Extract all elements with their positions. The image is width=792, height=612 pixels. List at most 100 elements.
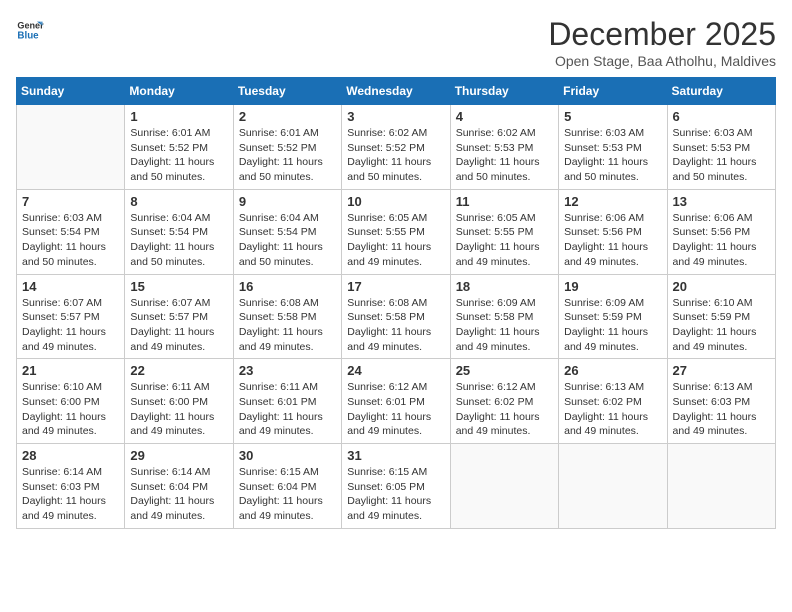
calendar-week-1: 1 Sunrise: 6:01 AM Sunset: 5:52 PM Daylig…	[17, 105, 776, 190]
day-info: Sunrise: 6:01 AM Sunset: 5:52 PM Dayligh…	[239, 126, 336, 185]
day-number: 22	[130, 363, 227, 378]
day-number: 5	[564, 109, 661, 124]
calendar-cell: 2 Sunrise: 6:01 AM Sunset: 5:52 PM Daylig…	[233, 105, 341, 190]
day-info: Sunrise: 6:03 AM Sunset: 5:53 PM Dayligh…	[673, 126, 770, 185]
day-info: Sunrise: 6:04 AM Sunset: 5:54 PM Dayligh…	[130, 211, 227, 270]
day-info: Sunrise: 6:14 AM Sunset: 6:04 PM Dayligh…	[130, 465, 227, 524]
col-header-thursday: Thursday	[450, 78, 558, 105]
day-number: 19	[564, 279, 661, 294]
day-info: Sunrise: 6:08 AM Sunset: 5:58 PM Dayligh…	[239, 296, 336, 355]
calendar-header-row: SundayMondayTuesdayWednesdayThursdayFrid…	[17, 78, 776, 105]
day-info: Sunrise: 6:06 AM Sunset: 5:56 PM Dayligh…	[673, 211, 770, 270]
col-header-friday: Friday	[559, 78, 667, 105]
day-info: Sunrise: 6:12 AM Sunset: 6:01 PM Dayligh…	[347, 380, 444, 439]
col-header-tuesday: Tuesday	[233, 78, 341, 105]
day-number: 15	[130, 279, 227, 294]
day-number: 31	[347, 448, 444, 463]
day-info: Sunrise: 6:15 AM Sunset: 6:05 PM Dayligh…	[347, 465, 444, 524]
col-header-monday: Monday	[125, 78, 233, 105]
day-number: 25	[456, 363, 553, 378]
day-info: Sunrise: 6:13 AM Sunset: 6:03 PM Dayligh…	[673, 380, 770, 439]
calendar-cell: 7 Sunrise: 6:03 AM Sunset: 5:54 PM Daylig…	[17, 189, 125, 274]
day-number: 21	[22, 363, 119, 378]
day-number: 2	[239, 109, 336, 124]
day-number: 1	[130, 109, 227, 124]
calendar-cell: 11 Sunrise: 6:05 AM Sunset: 5:55 PM Dayli…	[450, 189, 558, 274]
calendar-cell: 18 Sunrise: 6:09 AM Sunset: 5:58 PM Dayli…	[450, 274, 558, 359]
calendar-cell	[450, 444, 558, 529]
calendar-table: SundayMondayTuesdayWednesdayThursdayFrid…	[16, 77, 776, 529]
calendar-cell: 25Sunrise: 6:12 AM Sunset: 6:02 PM Dayli…	[450, 359, 558, 444]
day-number: 30	[239, 448, 336, 463]
calendar-cell: 28 Sunrise: 6:14 AM Sunset: 6:03 PM Dayli…	[17, 444, 125, 529]
day-info: Sunrise: 6:05 AM Sunset: 5:55 PM Dayligh…	[347, 211, 444, 270]
day-info: Sunrise: 6:11 AM Sunset: 6:00 PM Dayligh…	[130, 380, 227, 439]
calendar-cell: 20 Sunrise: 6:10 AM Sunset: 5:59 PM Dayli…	[667, 274, 775, 359]
col-header-saturday: Saturday	[667, 78, 775, 105]
day-info: Sunrise: 6:03 AM Sunset: 5:54 PM Dayligh…	[22, 211, 119, 270]
day-info: Sunrise: 6:09 AM Sunset: 5:58 PM Dayligh…	[456, 296, 553, 355]
day-number: 17	[347, 279, 444, 294]
col-header-wednesday: Wednesday	[342, 78, 450, 105]
day-number: 29	[130, 448, 227, 463]
month-title: December 2025	[548, 16, 776, 53]
day-info: Sunrise: 6:07 AM Sunset: 5:57 PM Dayligh…	[22, 296, 119, 355]
calendar-cell: 12 Sunrise: 6:06 AM Sunset: 5:56 PM Dayli…	[559, 189, 667, 274]
title-block: December 2025 Open Stage, Baa Atholhu, M…	[548, 16, 776, 69]
day-info: Sunrise: 6:04 AM Sunset: 5:54 PM Dayligh…	[239, 211, 336, 270]
day-info: Sunrise: 6:14 AM Sunset: 6:03 PM Dayligh…	[22, 465, 119, 524]
day-number: 12	[564, 194, 661, 209]
calendar-cell: 21 Sunrise: 6:10 AM Sunset: 6:00 PM Dayli…	[17, 359, 125, 444]
calendar-cell: 24 Sunrise: 6:12 AM Sunset: 6:01 PM Dayli…	[342, 359, 450, 444]
calendar-cell: 23Sunrise: 6:11 AM Sunset: 6:01 PM Dayli…	[233, 359, 341, 444]
day-number: 8	[130, 194, 227, 209]
calendar-cell: 19 Sunrise: 6:09 AM Sunset: 5:59 PM Dayli…	[559, 274, 667, 359]
day-info: Sunrise: 6:13 AM Sunset: 6:02 PM Dayligh…	[564, 380, 661, 439]
day-number: 3	[347, 109, 444, 124]
calendar-cell: 5Sunrise: 6:03 AM Sunset: 5:53 PM Daylig…	[559, 105, 667, 190]
calendar-cell: 27 Sunrise: 6:13 AM Sunset: 6:03 PM Dayli…	[667, 359, 775, 444]
day-info: Sunrise: 6:06 AM Sunset: 5:56 PM Dayligh…	[564, 211, 661, 270]
day-info: Sunrise: 6:10 AM Sunset: 5:59 PM Dayligh…	[673, 296, 770, 355]
day-number: 20	[673, 279, 770, 294]
day-number: 9	[239, 194, 336, 209]
calendar-cell: 6 Sunrise: 6:03 AM Sunset: 5:53 PM Daylig…	[667, 105, 775, 190]
calendar-cell: 31 Sunrise: 6:15 AM Sunset: 6:05 PM Dayli…	[342, 444, 450, 529]
calendar-cell: 22 Sunrise: 6:11 AM Sunset: 6:00 PM Dayli…	[125, 359, 233, 444]
calendar-week-3: 14 Sunrise: 6:07 AM Sunset: 5:57 PM Dayli…	[17, 274, 776, 359]
day-info: Sunrise: 6:15 AM Sunset: 6:04 PM Dayligh…	[239, 465, 336, 524]
day-number: 4	[456, 109, 553, 124]
logo-icon: General Blue	[16, 16, 44, 44]
day-number: 28	[22, 448, 119, 463]
day-info: Sunrise: 6:10 AM Sunset: 6:00 PM Dayligh…	[22, 380, 119, 439]
calendar-cell: 29 Sunrise: 6:14 AM Sunset: 6:04 PM Dayli…	[125, 444, 233, 529]
day-info: Sunrise: 6:08 AM Sunset: 5:58 PM Dayligh…	[347, 296, 444, 355]
calendar-cell: 15Sunrise: 6:07 AM Sunset: 5:57 PM Dayli…	[125, 274, 233, 359]
day-number: 6	[673, 109, 770, 124]
day-info: Sunrise: 6:09 AM Sunset: 5:59 PM Dayligh…	[564, 296, 661, 355]
day-number: 24	[347, 363, 444, 378]
calendar-week-2: 7 Sunrise: 6:03 AM Sunset: 5:54 PM Daylig…	[17, 189, 776, 274]
day-info: Sunrise: 6:02 AM Sunset: 5:52 PM Dayligh…	[347, 126, 444, 185]
day-info: Sunrise: 6:01 AM Sunset: 5:52 PM Dayligh…	[130, 126, 227, 185]
calendar-cell: 17 Sunrise: 6:08 AM Sunset: 5:58 PM Dayli…	[342, 274, 450, 359]
calendar-cell	[559, 444, 667, 529]
calendar-cell: 8 Sunrise: 6:04 AM Sunset: 5:54 PM Daylig…	[125, 189, 233, 274]
day-number: 18	[456, 279, 553, 294]
location-subtitle: Open Stage, Baa Atholhu, Maldives	[548, 53, 776, 69]
calendar-cell: 1 Sunrise: 6:01 AM Sunset: 5:52 PM Daylig…	[125, 105, 233, 190]
svg-text:Blue: Blue	[17, 30, 39, 41]
day-number: 26	[564, 363, 661, 378]
calendar-cell: 26 Sunrise: 6:13 AM Sunset: 6:02 PM Dayli…	[559, 359, 667, 444]
calendar-cell: 14 Sunrise: 6:07 AM Sunset: 5:57 PM Dayli…	[17, 274, 125, 359]
day-number: 14	[22, 279, 119, 294]
day-number: 7	[22, 194, 119, 209]
calendar-cell: 9 Sunrise: 6:04 AM Sunset: 5:54 PM Daylig…	[233, 189, 341, 274]
day-number: 27	[673, 363, 770, 378]
calendar-cell: 4Sunrise: 6:02 AM Sunset: 5:53 PM Daylig…	[450, 105, 558, 190]
day-info: Sunrise: 6:05 AM Sunset: 5:55 PM Dayligh…	[456, 211, 553, 270]
logo: General Blue	[16, 16, 44, 44]
day-number: 11	[456, 194, 553, 209]
calendar-cell: 16Sunrise: 6:08 AM Sunset: 5:58 PM Dayli…	[233, 274, 341, 359]
day-info: Sunrise: 6:11 AM Sunset: 6:01 PM Dayligh…	[239, 380, 336, 439]
